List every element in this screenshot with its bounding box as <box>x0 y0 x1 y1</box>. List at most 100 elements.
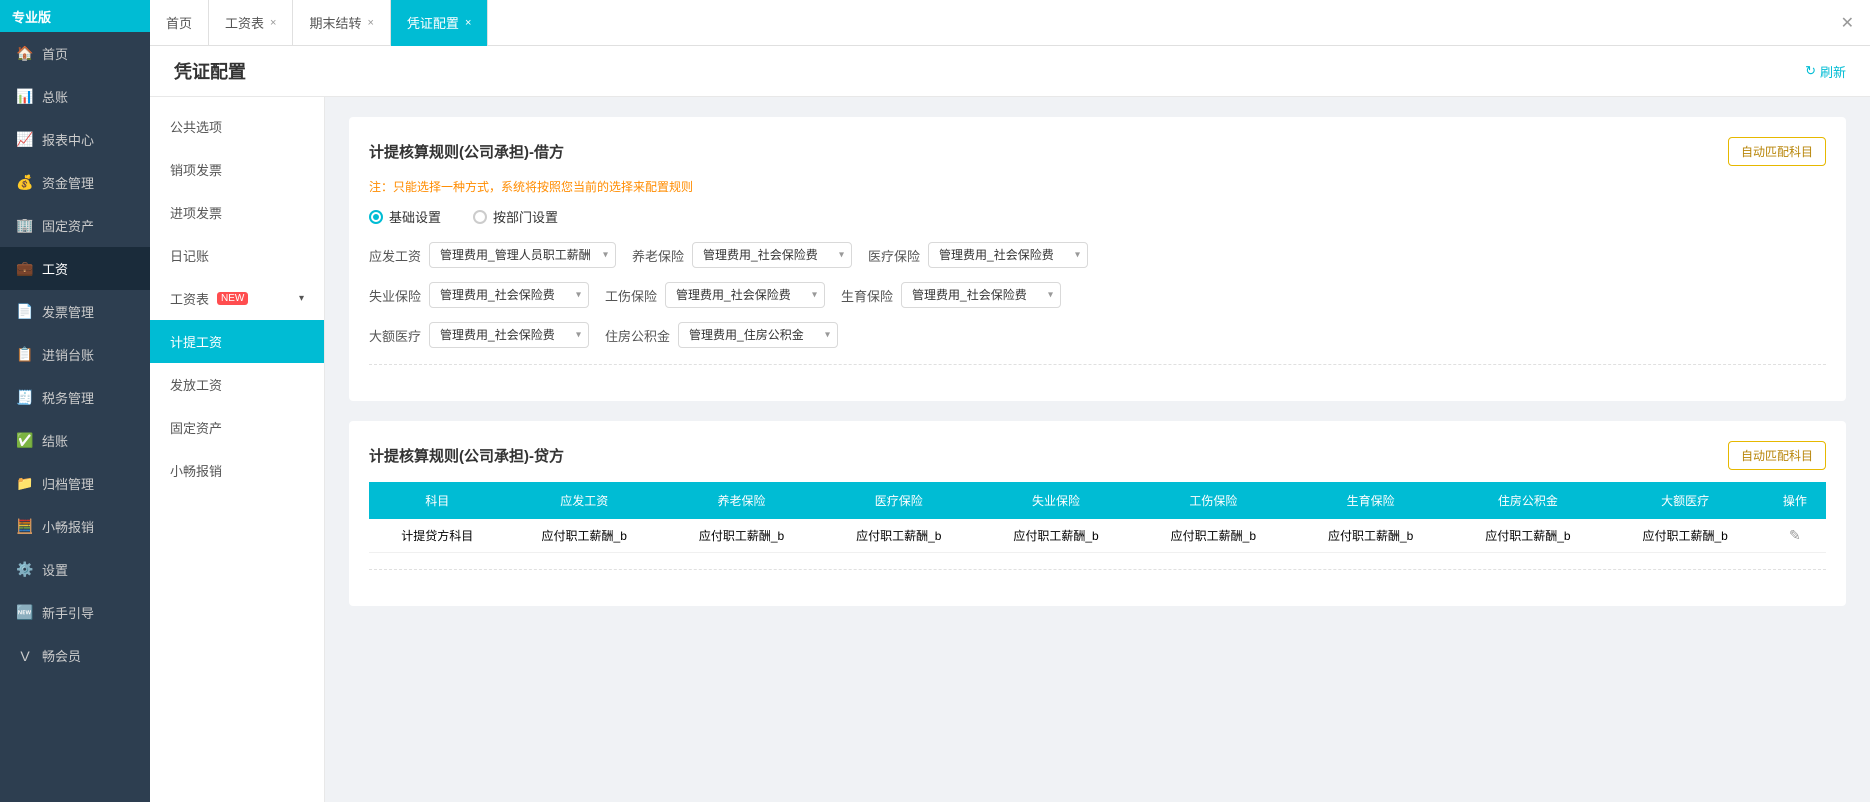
close-account-icon: ✅ <box>16 432 34 449</box>
sidebar-label-fixed-assets: 固定资产 <box>42 216 94 235</box>
new-badge: NEW <box>217 292 248 305</box>
select-salary[interactable]: 管理费用_管理人员职工薪酬 <box>429 242 616 268</box>
cell-row0-col3: 应付职工薪酬_b <box>820 519 977 553</box>
label-housing-fund: 住房公积金 <box>605 326 670 345</box>
select-unemployment-wrapper: 管理费用_社会保险费 ▾ <box>429 282 589 308</box>
section-debit: 计提核算规则(公司承担)-借方 自动匹配科目 注：只能选择一种方式，系统将按照您… <box>349 117 1846 401</box>
sidebar-item-fixed-assets[interactable]: 🏢 固定资产 <box>0 204 150 247</box>
refresh-icon: ↻ <box>1805 63 1816 79</box>
sidebar-item-funds[interactable]: 💰 资金管理 <box>0 161 150 204</box>
left-menu-accrual-salary-label: 计提工资 <box>170 332 222 351</box>
left-menu-purchase-invoice-label: 进项发票 <box>170 203 222 222</box>
left-menu-expense-menu-label: 小畅报销 <box>170 461 222 480</box>
sidebar-label-funds: 资金管理 <box>42 173 94 192</box>
col-header-large-medical: 大额医疗 <box>1607 482 1764 519</box>
sidebar-item-salary[interactable]: 💼 工资 <box>0 247 150 290</box>
expense-icon: 🧮 <box>16 518 34 535</box>
tab-voucher-config[interactable]: 凭证配置 × <box>391 0 488 46</box>
home-icon: 🏠 <box>16 45 34 62</box>
cell-row0-col5: 应付职工薪酬_b <box>1135 519 1292 553</box>
select-medical[interactable]: 管理费用_社会保险费 <box>928 242 1088 268</box>
credit-table: 科目 应发工资 养老保险 医疗保险 失业保险 工伤保险 生育保险 住房公积金 大… <box>369 482 1826 553</box>
refresh-button[interactable]: ↻ 刷新 <box>1805 62 1846 81</box>
left-menu-sales-invoice-label: 销项发票 <box>170 160 222 179</box>
select-maternity[interactable]: 管理费用_社会保险费 <box>901 282 1061 308</box>
sidebar-label-sales-ledger: 进销台账 <box>42 345 94 364</box>
sidebar-label-tax: 税务管理 <box>42 388 94 407</box>
settings-icon: ⚙️ <box>16 561 34 578</box>
left-menu-accrual-salary[interactable]: 计提工资 <box>150 320 324 363</box>
edit-icon[interactable]: ✎ <box>1789 527 1801 543</box>
select-maternity-wrapper: 管理费用_社会保险费 ▾ <box>901 282 1061 308</box>
cell-row0-col1: 应付职工薪酬_b <box>506 519 663 553</box>
sidebar-item-sales-ledger[interactable]: 📋 进销台账 <box>0 333 150 376</box>
topnav-close-all[interactable]: ✕ <box>1825 0 1870 46</box>
fixed-assets-icon: 🏢 <box>16 217 34 234</box>
tab-home[interactable]: 首页 <box>150 0 209 46</box>
field-salary: 应发工资 管理费用_管理人员职工薪酬 ▾ <box>369 242 616 268</box>
sidebar-label-salary: 工资 <box>42 259 68 278</box>
section2-title: 计提核算规则(公司承担)-贷方 <box>369 445 564 466</box>
sidebar-label-invoice: 发票管理 <box>42 302 94 321</box>
tab-voucher-config-close[interactable]: × <box>465 17 471 29</box>
tab-payroll-label: 工资表 <box>225 13 264 32</box>
invoice-icon: 📄 <box>16 303 34 320</box>
cell-row0-col0: 计提贷方科目 <box>369 519 506 553</box>
sidebar-item-invoice[interactable]: 📄 发票管理 <box>0 290 150 333</box>
auto-match-btn-credit[interactable]: 自动匹配科目 <box>1728 441 1826 470</box>
sidebar-item-reports[interactable]: 📈 报表中心 <box>0 118 150 161</box>
field-large-medical: 大额医疗 管理费用_社会保险费 ▾ <box>369 322 589 348</box>
left-menu-payroll-table[interactable]: 工资表 NEW ▾ <box>150 277 324 320</box>
tab-payroll-close[interactable]: × <box>270 17 276 29</box>
col-header-housing: 住房公积金 <box>1449 482 1606 519</box>
sidebar-item-vip[interactable]: V 畅会员 <box>0 634 150 677</box>
salary-icon: 💼 <box>16 260 34 277</box>
tab-period-close[interactable]: 期末结转 × <box>293 0 390 46</box>
cell-row0-action[interactable]: ✎ <box>1764 519 1826 553</box>
select-pension[interactable]: 管理费用_社会保险费 <box>692 242 852 268</box>
select-housing-fund[interactable]: 管理费用_住房公积金 <box>678 322 838 348</box>
expand-icon: ▾ <box>299 293 304 304</box>
left-menu-journal[interactable]: 日记账 <box>150 234 324 277</box>
col-header-injury: 工伤保险 <box>1135 482 1292 519</box>
sidebar-label-reports: 报表中心 <box>42 130 94 149</box>
reports-icon: 📈 <box>16 131 34 148</box>
sidebar-item-general-ledger[interactable]: 📊 总账 <box>0 75 150 118</box>
tab-payroll[interactable]: 工资表 × <box>209 0 293 46</box>
label-injury: 工伤保险 <box>605 286 657 305</box>
left-menu-expense-menu[interactable]: 小畅报销 <box>150 449 324 492</box>
form-row-1: 应发工资 管理费用_管理人员职工薪酬 ▾ 养老保险 管理费用_社会保险费 <box>369 242 1826 268</box>
section1-divider <box>369 364 1826 365</box>
left-menu-sales-invoice[interactable]: 销项发票 <box>150 148 324 191</box>
table-row: 计提贷方科目 应付职工薪酬_b 应付职工薪酬_b 应付职工薪酬_b 应付职工薪酬… <box>369 519 1826 553</box>
right-content: 计提核算规则(公司承担)-借方 自动匹配科目 注：只能选择一种方式，系统将按照您… <box>325 97 1870 802</box>
radio-department-label: 按部门设置 <box>493 207 558 226</box>
sidebar-item-tax[interactable]: 🧾 税务管理 <box>0 376 150 419</box>
archive-icon: 📁 <box>16 475 34 492</box>
left-menu-public[interactable]: 公共选项 <box>150 105 324 148</box>
sidebar-item-archive[interactable]: 📁 归档管理 <box>0 462 150 505</box>
sidebar-item-close-account[interactable]: ✅ 结账 <box>0 419 150 462</box>
select-injury[interactable]: 管理费用_社会保险费 <box>665 282 825 308</box>
select-large-medical[interactable]: 管理费用_社会保险费 <box>429 322 589 348</box>
select-salary-wrapper: 管理费用_管理人员职工薪酬 ▾ <box>429 242 616 268</box>
main-area: 首页 工资表 × 期末结转 × 凭证配置 × ✕ 凭证配置 ↻ 刷新 公共选项 <box>150 0 1870 802</box>
sidebar-item-home[interactable]: 🏠 首页 <box>0 32 150 75</box>
sidebar-item-expense[interactable]: 🧮 小畅报销 <box>0 505 150 548</box>
section1-notice: 注：只能选择一种方式，系统将按照您当前的选择来配置规则 <box>369 178 1826 195</box>
left-menu-fixed-assets-menu[interactable]: 固定资产 <box>150 406 324 449</box>
left-menu-pay-salary-label: 发放工资 <box>170 375 222 394</box>
left-menu-purchase-invoice[interactable]: 进项发票 <box>150 191 324 234</box>
field-unemployment: 失业保险 管理费用_社会保险费 ▾ <box>369 282 589 308</box>
tab-period-close-close[interactable]: × <box>367 17 373 29</box>
label-large-medical: 大额医疗 <box>369 326 421 345</box>
radio-basic[interactable]: 基础设置 <box>369 207 441 226</box>
select-unemployment[interactable]: 管理费用_社会保险费 <box>429 282 589 308</box>
ledger-icon: 📊 <box>16 88 34 105</box>
radio-department[interactable]: 按部门设置 <box>473 207 558 226</box>
left-menu-pay-salary[interactable]: 发放工资 <box>150 363 324 406</box>
sidebar-item-settings[interactable]: ⚙️ 设置 <box>0 548 150 591</box>
auto-match-btn-debit[interactable]: 自动匹配科目 <box>1728 137 1826 166</box>
sidebar-label-close-account: 结账 <box>42 431 68 450</box>
sidebar-item-guide[interactable]: 🆕 新手引导 <box>0 591 150 634</box>
